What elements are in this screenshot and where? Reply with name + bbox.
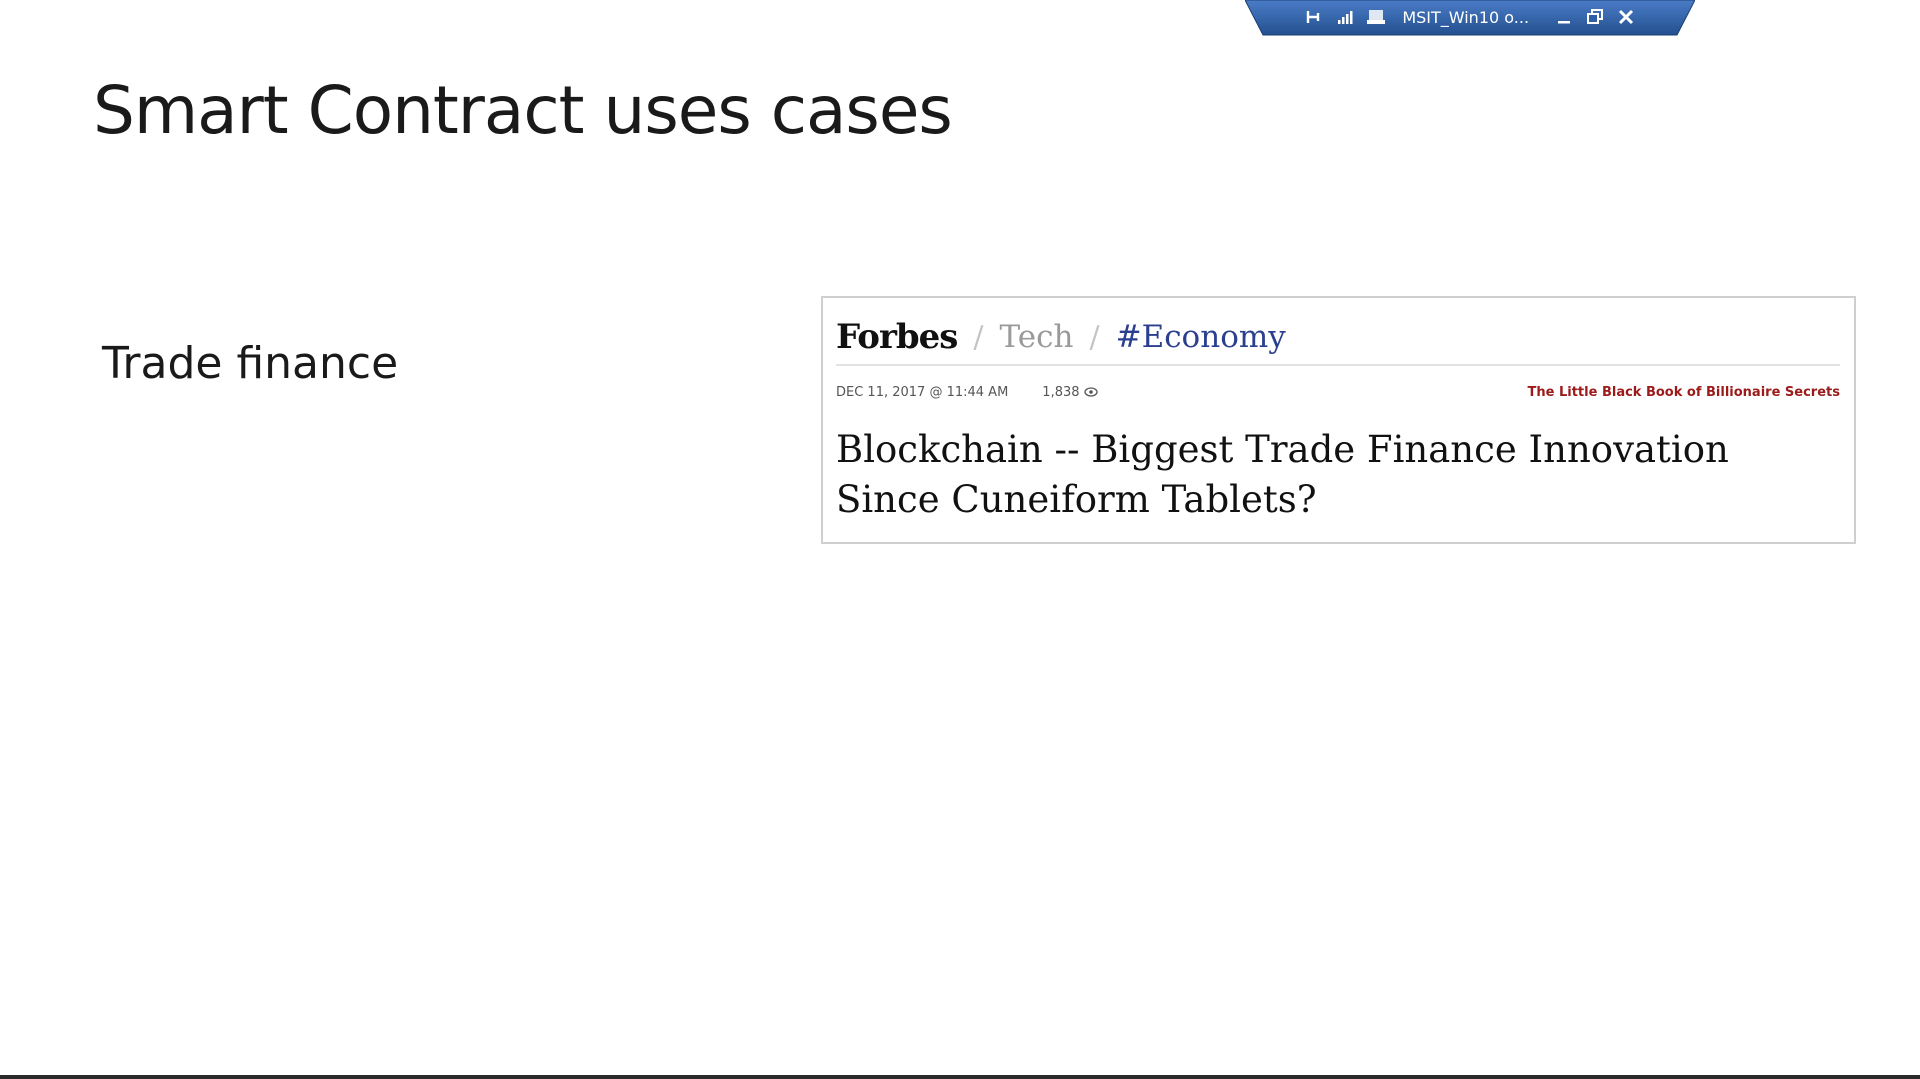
- article-meta: DEC 11, 2017 @ 11:44 AM 1,838 The Little…: [836, 382, 1840, 402]
- remote-connection-bar: MSIT_Win10 o...: [1245, 0, 1695, 37]
- section-tech: Tech: [999, 319, 1074, 355]
- slide-title: Smart Contract uses cases: [93, 72, 953, 149]
- bullet-trade-finance: Trade finance: [102, 338, 399, 389]
- eye-icon: [1083, 387, 1098, 397]
- forbes-article-clipping: Forbes / Tech / #Economy DEC 11, 2017 @ …: [821, 296, 1856, 544]
- computer-icon: [1366, 6, 1386, 28]
- article-header: Forbes / Tech / #Economy: [836, 310, 1840, 366]
- article-date: DEC 11, 2017 @ 11:44 AM: [836, 384, 1009, 400]
- connection-title: MSIT_Win10 o...: [1402, 7, 1530, 27]
- view-count: 1,838: [1042, 384, 1098, 400]
- view-count-value: 1,838: [1042, 384, 1080, 400]
- pin-icon[interactable]: [1305, 6, 1324, 28]
- channel-economy: #Economy: [1115, 319, 1286, 355]
- restore-icon[interactable]: [1586, 6, 1605, 28]
- signal-bars-icon[interactable]: [1336, 6, 1355, 28]
- breadcrumb-separator: /: [1089, 319, 1100, 355]
- bottom-border: [0, 1075, 1920, 1079]
- article-headline: Blockchain -- Biggest Trade Finance Inno…: [836, 428, 1729, 521]
- minimize-icon[interactable]: [1555, 6, 1574, 28]
- promo-link: The Little Black Book of Billionaire Sec…: [1527, 384, 1840, 400]
- breadcrumb-separator: /: [973, 319, 984, 355]
- forbes-logo: Forbes: [836, 317, 958, 357]
- close-icon[interactable]: [1616, 6, 1635, 28]
